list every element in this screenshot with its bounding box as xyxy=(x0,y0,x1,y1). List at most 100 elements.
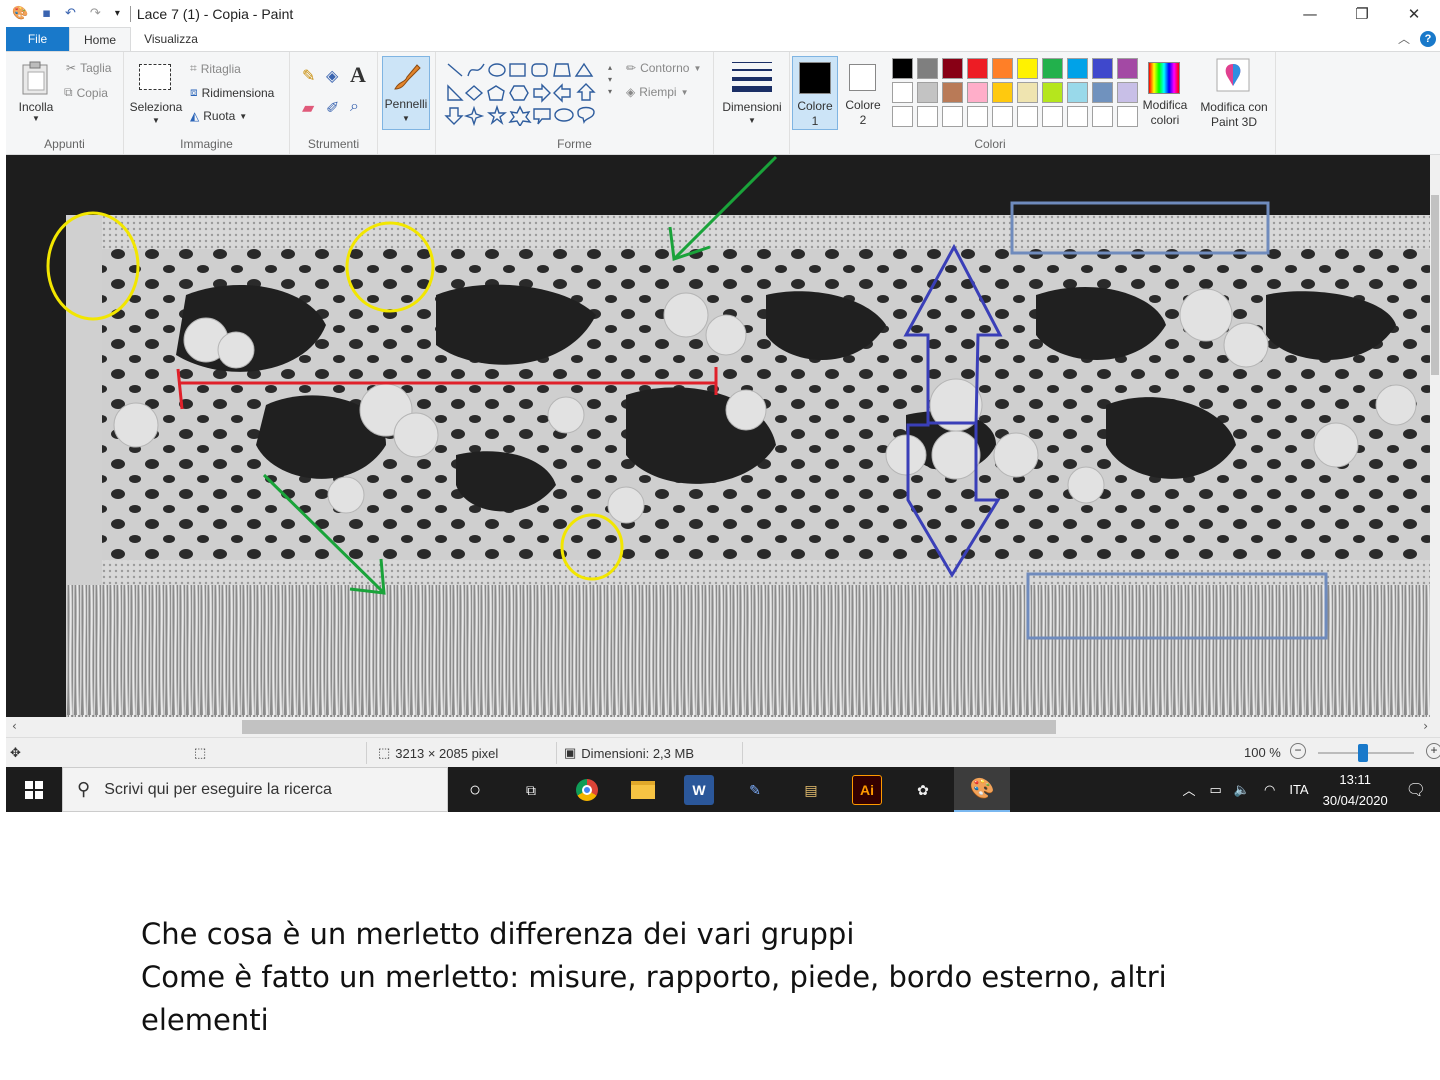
palette-swatch[interactable] xyxy=(917,106,938,127)
zoom-slider[interactable] xyxy=(1318,744,1414,762)
paste-button[interactable]: Incolla xyxy=(14,100,58,115)
taskbar-search-box[interactable]: ⚲ Scrivi qui per eseguire la ricerca xyxy=(62,767,448,812)
redo-icon[interactable]: ↷ xyxy=(90,6,101,21)
horizontal-scroll-thumb[interactable] xyxy=(242,720,1056,734)
vertical-scrollbar[interactable] xyxy=(1430,155,1440,717)
vertical-scroll-thumb[interactable] xyxy=(1431,195,1439,375)
size-button[interactable]: Dimensioni xyxy=(714,100,790,115)
horizontal-scrollbar[interactable]: ‹ › xyxy=(6,717,1440,737)
tab-view[interactable]: Visualizza xyxy=(131,27,211,51)
palette-swatch[interactable] xyxy=(1092,82,1113,103)
magnifier-icon[interactable]: ⌕ xyxy=(350,98,359,116)
line-size-icon[interactable] xyxy=(732,60,772,94)
illustrator-icon[interactable]: Ai xyxy=(852,775,882,805)
chrome-icon[interactable] xyxy=(572,775,602,805)
palette-swatch[interactable] xyxy=(1067,106,1088,127)
rotate-button[interactable]: ◭ Ruota ▼ xyxy=(190,109,247,123)
resize-button[interactable]: ⧈ Ridimensiona xyxy=(190,85,274,100)
task-view-icon[interactable]: ⧉ xyxy=(516,775,546,805)
select-icon[interactable] xyxy=(139,64,171,90)
palette-swatch[interactable] xyxy=(967,106,988,127)
word-icon[interactable]: W xyxy=(684,775,714,805)
palette-swatch[interactable] xyxy=(942,82,963,103)
palette-swatch[interactable] xyxy=(1042,106,1063,127)
file-explorer-icon[interactable] xyxy=(628,775,658,805)
scroll-right-icon[interactable]: › xyxy=(1423,719,1428,733)
volume-icon[interactable]: 🔈 xyxy=(1234,782,1250,798)
edit-colors-button[interactable]: Modifica colori xyxy=(1140,56,1190,130)
palette-swatch[interactable] xyxy=(942,106,963,127)
shapes-scroll-icon[interactable]: ▴ ▾ ▾ xyxy=(608,62,612,98)
collapse-ribbon-icon[interactable]: ︿ xyxy=(1398,30,1410,47)
cut-button[interactable]: ✂ Taglia xyxy=(66,61,111,75)
palette-swatch[interactable] xyxy=(992,58,1013,79)
show-hidden-icons[interactable]: ︿ xyxy=(1183,780,1196,799)
drawing-canvas[interactable] xyxy=(6,155,1430,717)
maximize-button[interactable]: ❐ xyxy=(1336,0,1388,27)
palette-swatch[interactable] xyxy=(1017,82,1038,103)
color1-button[interactable]: Colore 1 xyxy=(792,56,838,130)
tab-file[interactable]: File xyxy=(6,27,69,51)
palette-swatch[interactable] xyxy=(1042,82,1063,103)
pen-tool-icon[interactable]: ✎ xyxy=(740,775,770,805)
size-dropdown-icon[interactable]: ▼ xyxy=(748,116,756,125)
help-icon[interactable]: ? xyxy=(1420,30,1436,47)
save-icon[interactable]: ▪ xyxy=(42,6,51,21)
palette-swatch[interactable] xyxy=(942,58,963,79)
paint3d-taskbar-icon[interactable]: ✿ xyxy=(908,775,938,805)
photos-icon[interactable]: ▤ xyxy=(796,775,826,805)
pencil-icon[interactable]: ✎ xyxy=(302,66,315,86)
start-button[interactable] xyxy=(6,767,62,812)
clock[interactable]: 13:11 30/04/2020 xyxy=(1323,769,1388,811)
palette-swatch[interactable] xyxy=(892,106,913,127)
paste-icon[interactable] xyxy=(20,60,52,96)
wifi-icon[interactable]: ◠ xyxy=(1264,782,1275,798)
zoom-slider-thumb[interactable] xyxy=(1358,744,1369,762)
fill-button[interactable]: ◈ Riempi ▼ xyxy=(626,85,689,99)
palette-swatch[interactable] xyxy=(1067,82,1088,103)
select-button[interactable]: Seleziona xyxy=(128,100,184,115)
color2-button[interactable]: Colore 2 xyxy=(840,56,886,130)
language-indicator[interactable]: ITA xyxy=(1289,782,1308,797)
paint-taskbar-icon-active[interactable]: 🎨 xyxy=(954,767,1010,812)
paint3d-icon[interactable] xyxy=(1216,58,1250,92)
battery-icon[interactable]: ▭ xyxy=(1210,782,1222,798)
palette-swatch[interactable] xyxy=(967,82,988,103)
copy-button[interactable]: ⧉ Copia xyxy=(64,85,108,100)
notifications-icon[interactable]: 🗨 xyxy=(1406,780,1426,800)
minimize-button[interactable]: — xyxy=(1284,0,1336,27)
text-tool-icon[interactable]: A xyxy=(350,62,366,88)
zoom-out-button[interactable]: − xyxy=(1290,743,1306,759)
palette-swatch[interactable] xyxy=(1117,58,1138,79)
undo-icon[interactable]: ↶ xyxy=(65,6,76,21)
scroll-left-icon[interactable]: ‹ xyxy=(12,719,17,733)
palette-swatch[interactable] xyxy=(1092,106,1113,127)
palette-swatch[interactable] xyxy=(1017,58,1038,79)
fill-bucket-icon[interactable]: ◈ xyxy=(326,66,338,86)
shapes-gallery[interactable] xyxy=(444,60,612,126)
select-dropdown-icon[interactable]: ▼ xyxy=(152,116,160,125)
tab-home[interactable]: Home xyxy=(69,27,131,51)
brushes-button[interactable]: Pennelli ▼ xyxy=(382,56,430,130)
palette-swatch[interactable] xyxy=(992,106,1013,127)
palette-swatch[interactable] xyxy=(1067,58,1088,79)
palette-swatch[interactable] xyxy=(967,58,988,79)
palette-swatch[interactable] xyxy=(917,58,938,79)
zoom-in-button[interactable]: + xyxy=(1426,743,1440,759)
edit-paint3d-button[interactable]: Modifica con Paint 3D xyxy=(1192,100,1276,130)
customize-quick-access-icon[interactable]: ▾ xyxy=(115,8,120,19)
palette-swatch[interactable] xyxy=(892,82,913,103)
palette-swatch[interactable] xyxy=(992,82,1013,103)
crop-button[interactable]: ⌗ Ritaglia xyxy=(190,61,241,76)
paste-dropdown-icon[interactable]: ▼ xyxy=(32,114,40,123)
color-picker-icon[interactable]: ✐ xyxy=(326,98,339,118)
cortana-icon[interactable]: ○ xyxy=(460,775,490,805)
palette-swatch[interactable] xyxy=(1017,106,1038,127)
palette-swatch[interactable] xyxy=(1092,58,1113,79)
eraser-icon[interactable]: ▰ xyxy=(302,98,314,118)
palette-swatch[interactable] xyxy=(892,58,913,79)
close-button[interactable]: ✕ xyxy=(1388,0,1440,27)
outline-button[interactable]: ✏ Contorno ▼ xyxy=(626,61,701,75)
palette-swatch[interactable] xyxy=(1042,58,1063,79)
palette-swatch[interactable] xyxy=(917,82,938,103)
